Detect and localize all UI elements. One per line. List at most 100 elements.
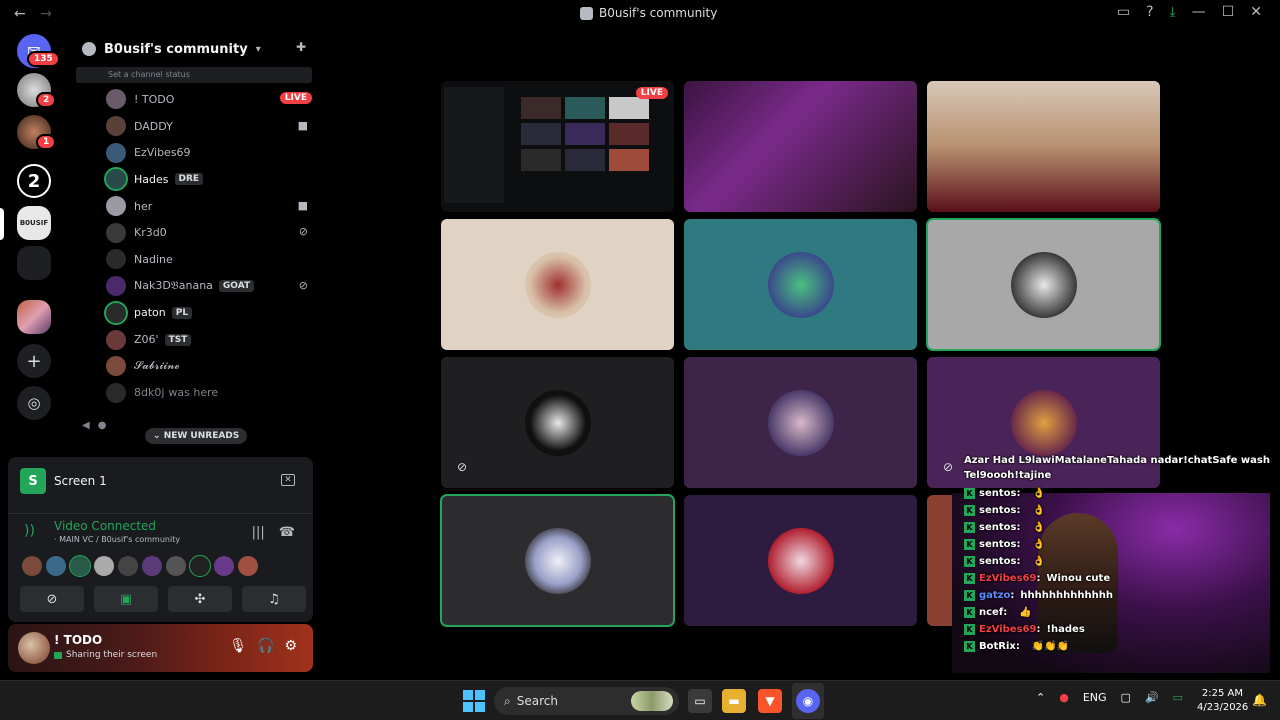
avatar[interactable] [106,196,126,217]
microphone-icon[interactable]: 🎙 [229,638,247,654]
volume-icon[interactable]: 🔊 [1145,691,1159,704]
brave-browser-icon[interactable]: ▼ [758,689,782,713]
participant-tile[interactable] [441,219,674,350]
voice-user[interactable]: 8dk0j was here [106,380,312,407]
participant-tile[interactable] [440,494,675,627]
participant-tile[interactable] [684,219,917,350]
voice-user[interactable]: paton PL [104,300,312,327]
clock[interactable]: 2:25 AM 4/23/2026 [1197,687,1248,715]
stop-share-icon[interactable]: ✕ [281,474,295,486]
participant-tile[interactable]: ⊘ [441,357,674,488]
close-button[interactable]: ✕ [1250,4,1262,20]
avatar[interactable] [106,222,126,243]
participant-avatar[interactable] [142,556,162,576]
voice-user[interactable]: DADDY ■ [106,113,312,140]
avatar[interactable] [106,142,126,163]
server-folder-2[interactable] [17,300,51,334]
avatar[interactable] [18,632,50,664]
participant-avatar[interactable] [238,556,258,576]
shared-screen-preview [441,81,674,212]
selected-indicator [0,208,4,240]
voice-user[interactable]: Hades DRE [104,166,312,193]
voice-user[interactable]: Nak3D𝔅anana GOAT ⊘ [106,273,312,300]
mic-tray-icon[interactable]: ● [1059,691,1069,704]
voice-user[interactable]: Z06' TST [106,326,312,353]
participant-avatar[interactable] [166,556,186,576]
live-badge[interactable]: LIVE [279,92,312,104]
chevron-up-icon[interactable]: ⌃ [1036,691,1045,704]
soundboard-button[interactable]: ♫ [242,586,306,612]
participant-avatar[interactable] [189,555,211,577]
voice-user[interactable]: EzVibes69 [106,139,312,166]
headphones-icon[interactable]: 🎧 [257,638,274,654]
avatar[interactable] [106,249,126,270]
download-icon[interactable]: ⤓ [1170,4,1176,20]
voice-user[interactable]: Nadine [106,246,312,273]
soundwave-icon[interactable]: ||| [252,525,265,540]
participant-avatar[interactable] [118,556,138,576]
camera-off-button[interactable]: ⊘ [20,586,84,612]
discover-icon[interactable]: ◎ [17,386,51,420]
server-name: B0usif's community [104,41,248,57]
back-arrow-icon[interactable]: ← [14,6,26,22]
avatar[interactable] [106,329,126,350]
discord-taskbar-icon[interactable]: ◉ [796,689,820,713]
screen-share-tile[interactable]: LIVE [441,81,674,212]
user-tag-badge: PL [171,306,193,319]
minimize-button[interactable]: — [1192,4,1206,20]
server-header[interactable]: B0usif's community ▾ ✚ [82,38,312,60]
voice-user[interactable]: ! TODO LIVE [106,86,312,113]
muted-icon: ⊘ [943,460,954,474]
avatar[interactable] [106,89,126,110]
participant-avatar[interactable] [69,555,91,577]
language-indicator[interactable]: ENG [1083,691,1107,704]
voice-user[interactable]: Kr3d0 ⊘ [106,219,312,246]
window-controls: ▭ ? ⤓ — ☐ ✕ [1117,4,1262,20]
participant-avatar[interactable] [46,556,66,576]
network-icon[interactable]: ▢ [1121,691,1131,704]
add-server-icon[interactable]: + [17,344,51,378]
forward-arrow-icon[interactable]: → [40,6,52,22]
avatar[interactable] [106,382,126,403]
voice-user-name: Nadine [134,252,173,266]
server-icon-b0usif[interactable]: B0USIF [17,206,51,240]
server-folder-1[interactable] [17,246,51,280]
video-connected-label[interactable]: Video Connected [54,519,156,533]
help-icon[interactable]: ? [1146,4,1153,20]
video-tile[interactable] [927,81,1160,212]
avatar[interactable] [104,167,128,192]
maximize-button[interactable]: ☐ [1222,4,1235,20]
video-tile[interactable] [684,81,917,212]
participant-avatar[interactable] [214,556,234,576]
battery-icon[interactable]: ▭ [1173,691,1183,704]
voice-user[interactable]: 𝓢𝓪𝓫𝓻𝓲𝓲𝓷𝓮 [106,353,312,380]
task-view-icon[interactable]: ▭ [688,689,712,713]
avatar[interactable] [106,116,126,137]
participant-avatar[interactable] [94,556,114,576]
windows-start-icon[interactable] [463,690,485,712]
channel-status-input[interactable]: Set a channel status [76,67,312,83]
participant-tile[interactable] [684,357,917,488]
voice-user-name: DADDY [134,119,173,133]
chat-text: Winou cute [1046,573,1111,584]
avatar[interactable] [106,356,126,377]
settings-gear-icon[interactable]: ⚙ [284,638,297,654]
activities-button[interactable]: ✣ [168,586,232,612]
participant-avatar[interactable] [22,556,42,576]
participant-tile[interactable] [926,218,1161,351]
avatar[interactable] [106,276,126,297]
file-explorer-icon[interactable]: ▬ [722,689,746,713]
share-screen-button[interactable]: ▣ [94,586,158,612]
server-icon-3[interactable]: 2 [17,164,51,198]
voice-channel-path[interactable]: · MAIN VC / B0usif's community [54,535,180,544]
new-unreads-button[interactable]: ⌄ NEW UNREADS [145,428,248,444]
participant-tile[interactable] [684,495,917,626]
chat-emoji: 👌 [1032,539,1045,550]
taskbar-search[interactable]: ⌕ Search [494,687,679,715]
avatar[interactable] [104,300,128,325]
inbox-icon[interactable]: ▭ [1117,4,1130,20]
disconnect-icon[interactable]: ☎ [279,525,295,540]
voice-user[interactable]: her ■ [106,193,312,220]
notification-bell-icon[interactable]: 🔔 [1252,693,1267,707]
invite-people-icon[interactable]: ✚ [296,40,312,54]
